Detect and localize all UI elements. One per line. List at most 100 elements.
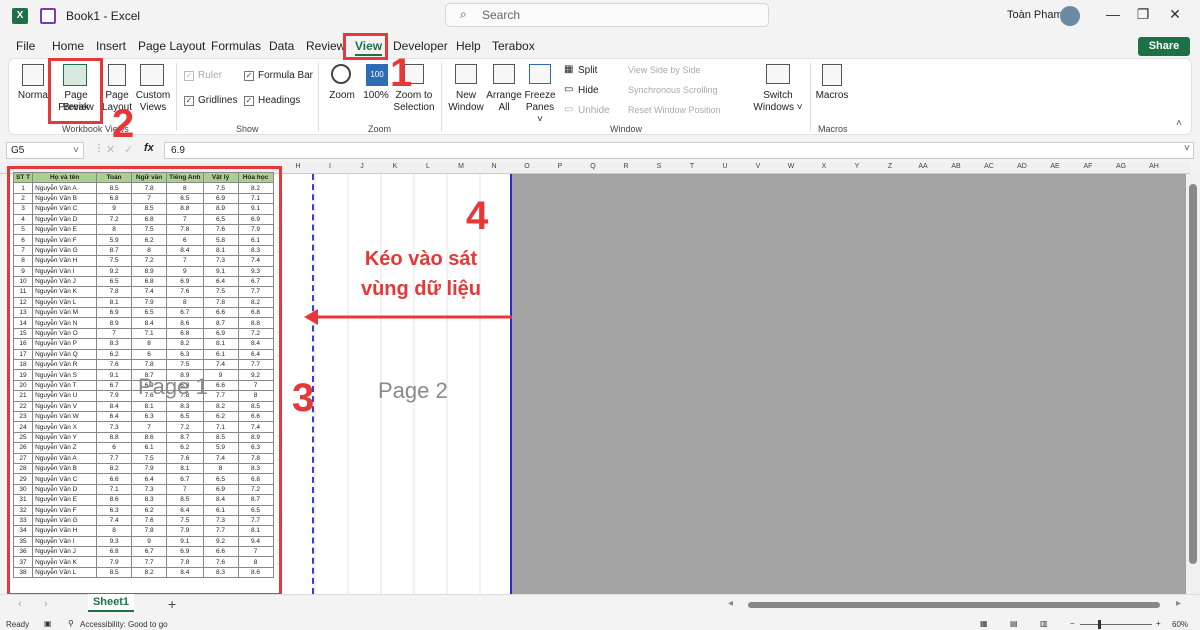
headings-checkbox[interactable]: ✓ bbox=[244, 96, 254, 106]
new-window-label-1[interactable]: New bbox=[446, 90, 486, 102]
page-layout-label-1[interactable]: Page bbox=[102, 90, 132, 102]
gridlines-checkbox[interactable]: ✓ bbox=[184, 96, 194, 106]
freeze-panes-label-1[interactable]: Freeze bbox=[522, 90, 558, 102]
prev-sheet-icon[interactable]: ‹ bbox=[18, 598, 22, 610]
column-header-cell[interactable]: AD bbox=[1007, 163, 1037, 170]
sheet-tab-sheet1[interactable]: Sheet1 bbox=[88, 594, 134, 612]
zoom-button[interactable]: Zoom bbox=[326, 90, 358, 102]
formula-bar-checkbox[interactable]: ✓ bbox=[244, 71, 254, 81]
column-header-cell[interactable]: U bbox=[710, 163, 740, 170]
tab-formulas[interactable]: Formulas bbox=[211, 39, 261, 53]
scroll-thumb[interactable] bbox=[1189, 184, 1197, 564]
print-area-border[interactable] bbox=[510, 174, 512, 594]
search-box[interactable]: ⌕ Search bbox=[445, 3, 769, 27]
column-header-cell[interactable]: AB bbox=[941, 163, 971, 170]
expand-formula-icon[interactable]: ˅ bbox=[1184, 143, 1190, 154]
group-macros: Macros bbox=[818, 124, 848, 134]
close-icon[interactable]: ✕ bbox=[1160, 6, 1190, 23]
vertical-scrollbar[interactable] bbox=[1186, 174, 1200, 594]
zoom-selection-label-2[interactable]: Selection bbox=[392, 102, 436, 114]
search-placeholder: Search bbox=[482, 8, 521, 22]
zoom-slider-thumb[interactable] bbox=[1098, 620, 1101, 629]
tab-terabox[interactable]: Terabox bbox=[492, 39, 535, 53]
freeze-panes-label-2[interactable]: Panes ˅ bbox=[522, 102, 558, 126]
horizontal-scrollbar[interactable] bbox=[748, 602, 1160, 608]
new-window-label-2[interactable]: Window bbox=[446, 102, 486, 114]
column-header-cell[interactable]: J bbox=[347, 163, 377, 170]
avatar[interactable] bbox=[1060, 6, 1080, 26]
column-header-cell[interactable]: S bbox=[644, 163, 674, 170]
zoom-slider[interactable] bbox=[1080, 624, 1152, 625]
name-box[interactable]: G5 ˅ bbox=[6, 142, 84, 159]
column-header-cell[interactable]: AA bbox=[908, 163, 938, 170]
column-header-cell[interactable]: N bbox=[479, 163, 509, 170]
tab-file[interactable]: File bbox=[16, 39, 35, 53]
column-header-cell[interactable]: V bbox=[743, 163, 773, 170]
accessibility-status[interactable]: Accessibility: Good to go bbox=[80, 620, 168, 629]
zoom-out-icon[interactable]: − bbox=[1070, 619, 1075, 628]
column-header-cell[interactable]: AE bbox=[1040, 163, 1070, 170]
share-button[interactable]: Share bbox=[1138, 37, 1190, 56]
ruler-checkbox[interactable]: ✓ bbox=[184, 71, 194, 81]
hide-button[interactable]: Hide bbox=[578, 85, 599, 96]
tab-data[interactable]: Data bbox=[269, 39, 294, 53]
share-label: Share bbox=[1148, 40, 1180, 52]
collapse-ribbon-icon[interactable]: ˄ bbox=[1176, 118, 1182, 129]
page-break-status-icon[interactable]: ▥ bbox=[1040, 619, 1048, 628]
tab-home[interactable]: Home bbox=[52, 39, 84, 53]
zoom-icon bbox=[331, 64, 351, 84]
column-header-cell[interactable]: W bbox=[776, 163, 806, 170]
column-header-cell[interactable]: M bbox=[446, 163, 476, 170]
column-header-cell[interactable]: Q bbox=[578, 163, 608, 170]
column-header-cell[interactable]: H bbox=[283, 163, 313, 170]
insert-function-button[interactable]: fx bbox=[144, 142, 154, 154]
highlight-data-range bbox=[7, 166, 282, 596]
formula-input[interactable]: 6.9 bbox=[164, 142, 1194, 159]
column-header-cell[interactable]: AH bbox=[1139, 163, 1169, 170]
normal-view-status-icon[interactable]: ▦ bbox=[980, 619, 988, 628]
switch-windows-label-1[interactable]: Switch bbox=[752, 90, 804, 102]
view-side-by-side[interactable]: View Side by Side bbox=[628, 65, 700, 75]
column-header-cell[interactable]: P bbox=[545, 163, 575, 170]
tab-insert[interactable]: Insert bbox=[96, 39, 126, 53]
save-icon[interactable] bbox=[40, 8, 56, 24]
custom-views-label-2[interactable]: Views bbox=[134, 102, 172, 114]
page-layout-status-icon[interactable]: ▤ bbox=[1010, 619, 1018, 628]
hscroll-left-icon[interactable]: ◂ bbox=[728, 598, 733, 609]
column-header-cell[interactable]: I bbox=[315, 163, 345, 170]
minimize-icon[interactable]: — bbox=[1098, 6, 1128, 22]
column-header-cell[interactable]: AC bbox=[974, 163, 1004, 170]
zoom-100-button[interactable]: 100% bbox=[360, 90, 392, 102]
zoom-in-icon[interactable]: + bbox=[1156, 619, 1161, 628]
column-header-cell[interactable]: X bbox=[809, 163, 839, 170]
column-header-cell[interactable]: R bbox=[611, 163, 641, 170]
switch-windows-label-2[interactable]: Windows ˅ bbox=[752, 102, 804, 114]
column-header-cell[interactable]: T bbox=[677, 163, 707, 170]
tab-page-layout[interactable]: Page Layout bbox=[138, 39, 205, 53]
reset-window-position[interactable]: Reset Window Position bbox=[628, 105, 721, 115]
column-header-cell[interactable]: O bbox=[512, 163, 542, 170]
annotation-number-3: 3 bbox=[292, 376, 315, 420]
column-header-cell[interactable]: Y bbox=[842, 163, 872, 170]
restore-icon[interactable]: ❐ bbox=[1128, 6, 1158, 23]
synchronous-scrolling[interactable]: Synchronous Scrolling bbox=[628, 85, 718, 95]
column-header-cell[interactable]: AG bbox=[1106, 163, 1136, 170]
macro-record-icon[interactable]: ▣ bbox=[44, 619, 52, 628]
unhide-button[interactable]: Unhide bbox=[578, 105, 610, 116]
column-header-cell[interactable]: K bbox=[380, 163, 410, 170]
arrange-all-label-2[interactable]: All bbox=[486, 102, 522, 114]
column-header-cell[interactable]: L bbox=[413, 163, 443, 170]
next-sheet-icon[interactable]: › bbox=[44, 598, 48, 610]
macros-button[interactable]: Macros bbox=[812, 90, 852, 102]
add-sheet-button[interactable]: + bbox=[168, 596, 176, 612]
page-2-watermark: Page 2 bbox=[378, 378, 448, 403]
arrange-all-label-1[interactable]: Arrange bbox=[486, 90, 522, 102]
tab-help[interactable]: Help bbox=[456, 39, 481, 53]
hscroll-right-icon[interactable]: ▸ bbox=[1176, 598, 1181, 609]
split-button[interactable]: Split bbox=[578, 65, 597, 76]
tab-review[interactable]: Review bbox=[306, 39, 345, 53]
column-header-cell[interactable]: Z bbox=[875, 163, 905, 170]
zoom-level[interactable]: 60% bbox=[1172, 620, 1188, 629]
column-header-cell[interactable]: AF bbox=[1073, 163, 1103, 170]
custom-views-label-1[interactable]: Custom bbox=[134, 90, 172, 102]
